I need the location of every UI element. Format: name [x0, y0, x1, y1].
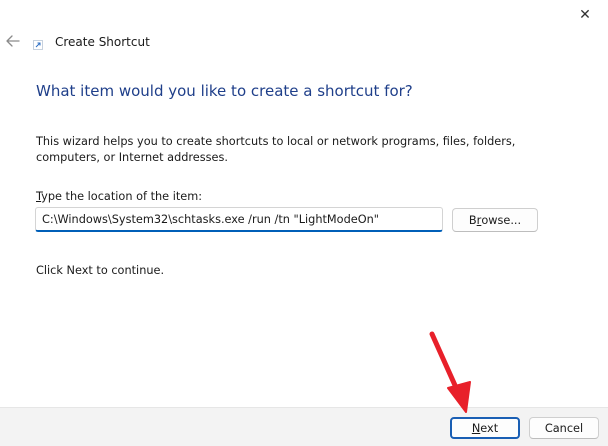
back-arrow-icon — [6, 35, 20, 47]
browse-button[interactable]: Br owse... — [452, 208, 538, 232]
location-input[interactable] — [35, 207, 443, 232]
cancel-label: Cancel — [544, 421, 584, 435]
browse-label-post: owse... — [481, 213, 522, 227]
wizard-description: This wizard helps you to create shortcut… — [36, 135, 516, 164]
window-title: Create Shortcut — [55, 35, 150, 49]
next-button[interactable]: Next — [450, 417, 520, 439]
location-label: Type the location of the item: — [36, 190, 202, 203]
close-button[interactable]: ✕ — [562, 0, 608, 30]
create-shortcut-window: ✕ Create Shortcut What item would you li… — [0, 0, 608, 446]
close-icon: ✕ — [579, 7, 591, 23]
location-label-text: ype the location of the item: — [41, 190, 203, 203]
next-access-key: N — [471, 421, 481, 435]
next-label: ext — [480, 421, 499, 435]
shortcut-icon — [33, 40, 43, 50]
cancel-button[interactable]: Cancel — [529, 417, 599, 439]
back-button[interactable] — [2, 30, 24, 52]
wizard-heading: What item would you like to create a sho… — [36, 82, 413, 100]
browse-label-pre: B — [468, 213, 477, 227]
continue-instruction: Click Next to continue. — [36, 264, 165, 277]
